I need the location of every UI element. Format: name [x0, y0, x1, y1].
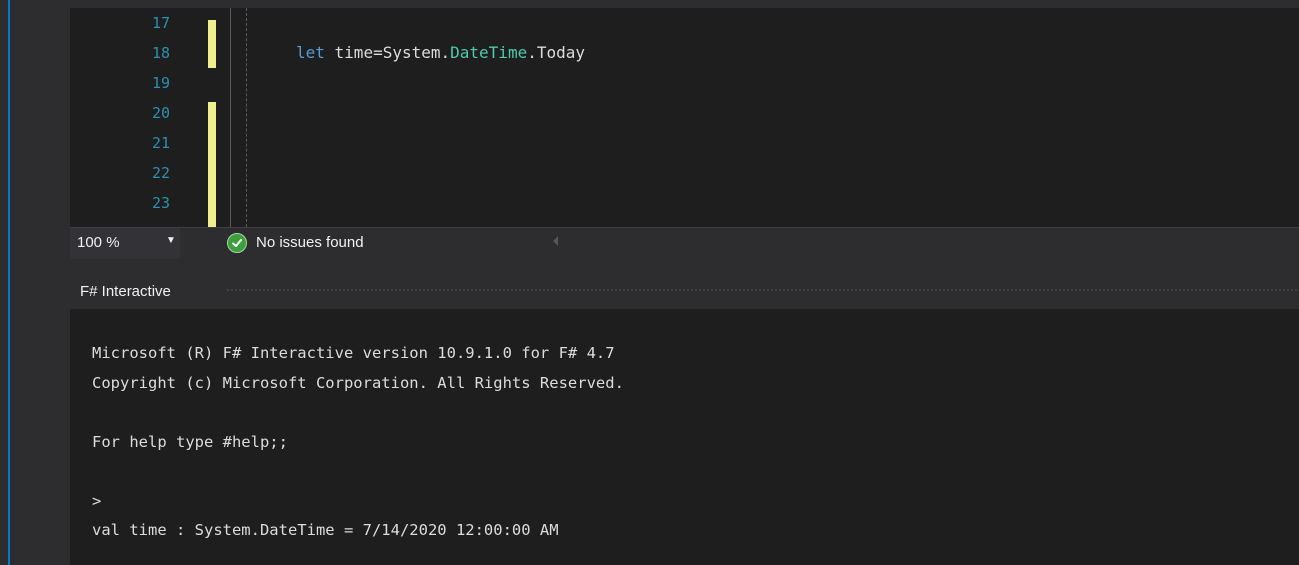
fsi-window-header[interactable]: F# Interactive: [70, 269, 1299, 309]
line-number: 19: [151, 74, 170, 92]
code-editor[interactable]: 17 18 19 20 21 22 23 let time=System.Dat…: [70, 8, 1299, 227]
fsi-output-line: Copyright (c) Microsoft Corporation. All…: [92, 374, 624, 392]
change-marker: [208, 20, 216, 68]
line-number: 20: [151, 104, 170, 122]
issues-status[interactable]: No issues found: [256, 234, 364, 251]
line-number: 21: [151, 134, 170, 152]
fsi-output-line: For help type #help;;: [92, 433, 288, 451]
line-number: 22: [151, 164, 170, 182]
code-token: time=System.: [324, 43, 451, 62]
code-line-18[interactable]: let time=System.DateTime.Today: [296, 38, 585, 68]
editor-line[interactable]: 19: [70, 68, 1299, 98]
scroll-left-arrow-icon[interactable]: [553, 236, 558, 246]
line-number: 23: [151, 194, 170, 212]
zoom-level: 100 %: [77, 234, 120, 251]
editor-status-bar: 100 % ▼ No issues found: [70, 227, 1299, 260]
left-panel: [10, 0, 70, 565]
indent-guide: [246, 8, 247, 227]
check-circle-icon[interactable]: [227, 233, 247, 253]
editor-line[interactable]: 23: [70, 188, 1299, 227]
editor-line[interactable]: 17: [70, 8, 1299, 38]
keyword-token: let: [296, 43, 325, 62]
fsi-output[interactable]: Microsoft (R) F# Interactive version 10.…: [70, 309, 1299, 565]
outlining-margin: [230, 8, 231, 227]
type-token: DateTime: [450, 43, 528, 62]
editor-line[interactable]: 18: [70, 20, 1299, 68]
line-number: 18: [151, 44, 170, 62]
editor-line[interactable]: 22: [70, 158, 1299, 188]
zoom-dropdown[interactable]: 100 % ▼: [70, 228, 180, 259]
line-number: 17: [151, 14, 170, 32]
editor-line[interactable]: 20: [70, 98, 1299, 128]
window-grip[interactable]: [226, 288, 1299, 293]
fsi-title: F# Interactive: [80, 283, 171, 300]
fsi-prompt[interactable]: >: [92, 492, 101, 510]
left-margin: [0, 0, 8, 565]
fsi-output-line: Microsoft (R) F# Interactive version 10.…: [92, 344, 615, 362]
change-marker: [208, 188, 216, 227]
change-marker: [208, 102, 216, 128]
change-marker: [208, 158, 216, 188]
change-marker: [208, 128, 216, 158]
code-token: .Today: [527, 43, 585, 62]
editor-line[interactable]: 21: [70, 128, 1299, 158]
chevron-down-icon[interactable]: ▼: [166, 235, 176, 246]
fsi-output-line: val time : System.DateTime = 7/14/2020 1…: [92, 521, 559, 539]
